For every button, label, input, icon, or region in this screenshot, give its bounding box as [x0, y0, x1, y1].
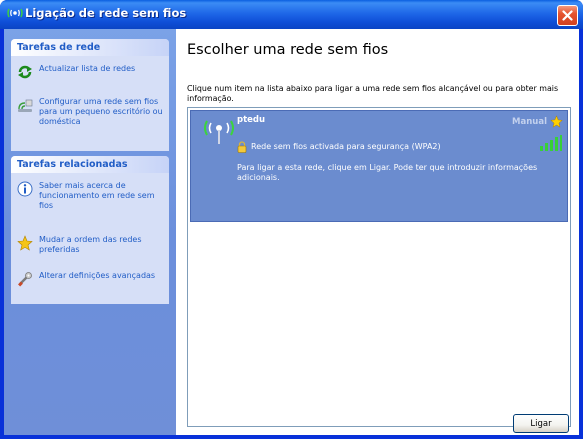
signal-strength-icon: [540, 135, 562, 151]
wireless-network-icon: [7, 8, 23, 18]
wireless-antenna-icon: [204, 120, 234, 144]
lock-icon: [237, 141, 247, 153]
settings-icon: [18, 272, 32, 287]
network-name: ptedu: [237, 115, 266, 125]
task-refresh-network-list[interactable]: Actualizar lista de redes: [17, 64, 135, 80]
main-pane: Escolher uma rede sem fios Clique num it…: [176, 29, 579, 435]
task-label: Saber mais acerca de funcionamento em re…: [39, 181, 155, 210]
title-bar[interactable]: Ligação de rede sem fios: [0, 0, 583, 29]
task-change-preferred-order[interactable]: Mudar a ordem das redes preferidas: [17, 235, 167, 255]
network-info: Para ligar a esta rede, clique em Ligar.…: [237, 163, 538, 182]
task-learn-wireless[interactable]: Saber mais acerca de funcionamento em re…: [17, 181, 167, 211]
star-icon: [17, 235, 33, 251]
info-icon: [17, 181, 33, 197]
close-button[interactable]: [557, 5, 578, 26]
wireless-connection-window: Ligação de rede sem fios Tarefas de rede…: [0, 0, 583, 439]
window-title: Ligação de rede sem fios: [25, 6, 187, 20]
connect-button[interactable]: Ligar: [513, 414, 569, 433]
instructions-text: Clique num item na lista abaixo para lig…: [187, 84, 559, 103]
network-tasks-header: Tarefas de rede: [11, 39, 169, 56]
task-setup-wireless-network[interactable]: Configurar uma rede sem fios para um peq…: [17, 97, 167, 127]
network-item[interactable]: ptedu Manual Rede sem fios activada para…: [190, 110, 568, 222]
network-list[interactable]: ptedu Manual Rede sem fios activada para…: [187, 107, 571, 427]
task-sidebar: Tarefas de rede Actualizar lista de rede…: [4, 29, 176, 435]
task-label: Mudar a ordem das redes preferidas: [39, 235, 142, 254]
preferred-star-icon: [550, 115, 563, 128]
page-title: Escolher uma rede sem fios: [187, 42, 389, 58]
refresh-icon: [18, 65, 32, 79]
related-tasks-panel: Tarefas relacionadas Saber mais acerca d…: [11, 156, 169, 304]
window-client-area: Tarefas de rede Actualizar lista de rede…: [4, 29, 579, 435]
task-advanced-settings[interactable]: Alterar definições avançadas: [17, 271, 167, 287]
task-label: Actualizar lista de redes: [39, 64, 136, 73]
close-icon: [562, 10, 573, 21]
task-label: Alterar definições avançadas: [39, 271, 156, 280]
security-status: Rede sem fios activada para segurança (W…: [251, 142, 441, 151]
setup-wizard-icon: [18, 99, 33, 112]
network-tasks-panel: Tarefas de rede Actualizar lista de rede…: [11, 39, 169, 151]
task-label: Configurar uma rede sem fios para um peq…: [39, 97, 163, 126]
related-tasks-header: Tarefas relacionadas: [11, 156, 169, 173]
network-type: Manual: [512, 117, 547, 127]
